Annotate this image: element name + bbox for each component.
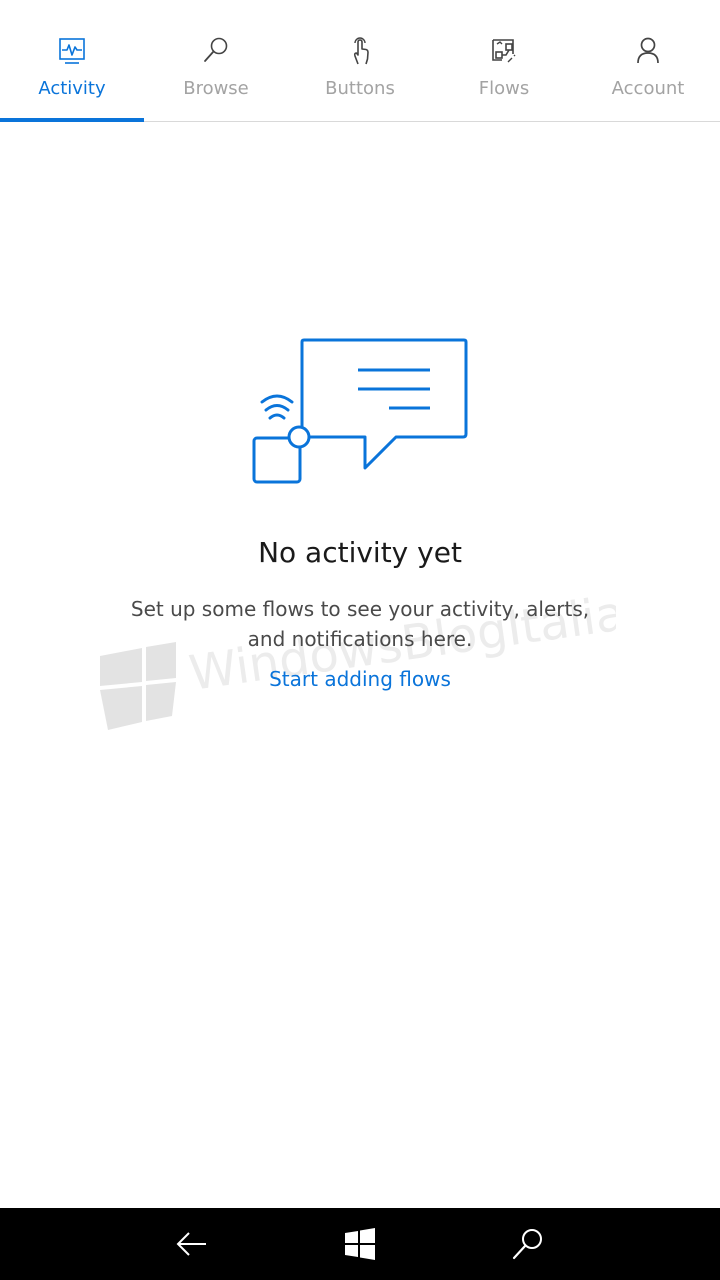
empty-activity-illustration xyxy=(252,338,468,484)
flows-icon xyxy=(492,39,516,63)
start-adding-flows-link[interactable]: Start adding flows xyxy=(0,667,720,691)
activity-icon xyxy=(59,38,85,64)
tab-browse[interactable]: Browse xyxy=(144,0,288,120)
active-tab-indicator xyxy=(0,118,144,122)
app-root: Activity Browse Buttons Flows Account Wi… xyxy=(0,0,720,1280)
empty-state-title: No activity yet xyxy=(258,536,462,569)
tab-label: Account xyxy=(611,78,685,99)
tab-label: Browse xyxy=(183,78,249,99)
windows-logo-icon[interactable] xyxy=(340,1224,380,1264)
tab-label: Activity xyxy=(38,78,106,99)
back-arrow-icon[interactable] xyxy=(172,1224,212,1264)
tab-bar: Activity Browse Buttons Flows Account xyxy=(0,0,720,122)
touch-icon xyxy=(353,37,369,65)
person-icon xyxy=(637,37,659,64)
tab-account[interactable]: Account xyxy=(576,0,720,120)
system-nav-bar xyxy=(0,1208,720,1280)
tab-activity[interactable]: Activity xyxy=(0,0,144,122)
search-icon xyxy=(204,37,228,62)
empty-state-description: Set up some flows to see your activity, … xyxy=(130,597,590,651)
search-icon[interactable] xyxy=(508,1224,548,1264)
tab-label: Buttons xyxy=(325,78,395,99)
tab-buttons[interactable]: Buttons xyxy=(288,0,432,120)
tab-flows[interactable]: Flows xyxy=(432,0,576,120)
tab-label: Flows xyxy=(478,78,530,99)
